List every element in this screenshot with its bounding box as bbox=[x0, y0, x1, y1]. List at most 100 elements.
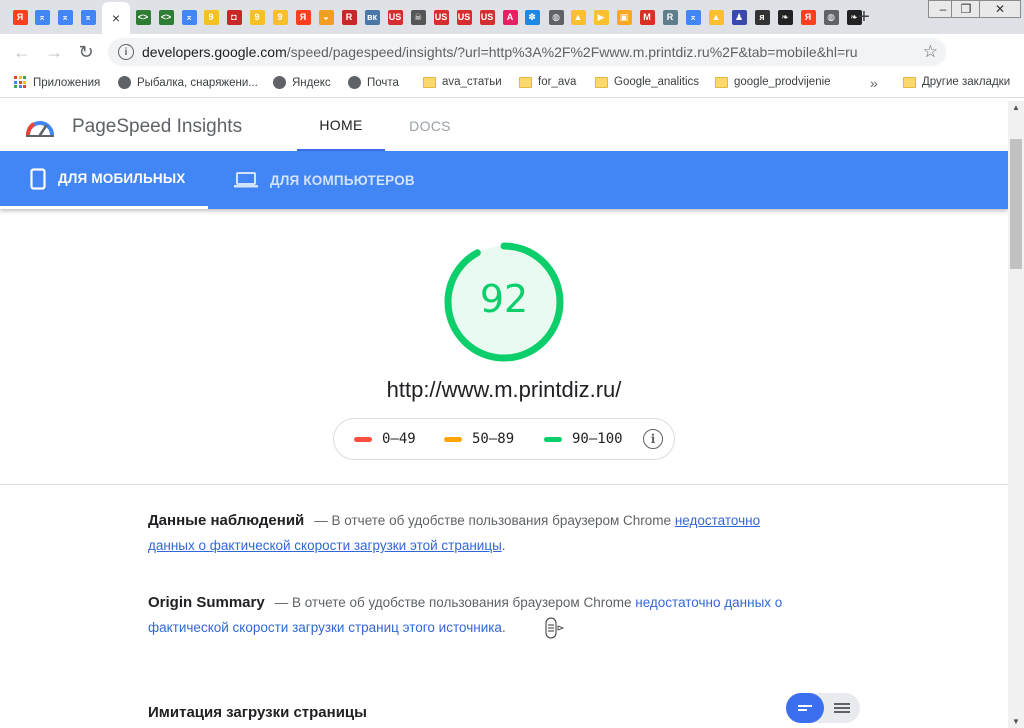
browser-tab[interactable]: Я bbox=[798, 5, 818, 29]
folder-icon bbox=[519, 76, 532, 88]
forward-button[interactable]: → bbox=[42, 40, 66, 64]
browser-tab[interactable]: ◍ bbox=[821, 5, 841, 29]
code-icon: <> bbox=[135, 9, 151, 25]
play-icon: ▶ bbox=[593, 9, 609, 25]
browser-tab[interactable]: ▲ bbox=[706, 5, 726, 29]
scroll-up-icon[interactable]: ▲ bbox=[1012, 103, 1020, 112]
browser-tab[interactable]: 9 bbox=[270, 5, 290, 29]
tab-mobile[interactable]: ДЛЯ МОБИЛЬНЫХ bbox=[0, 151, 208, 209]
view-compact-button[interactable] bbox=[786, 693, 824, 723]
feather-icon: ❧ bbox=[777, 9, 793, 25]
browser-tab[interactable]: ⌅ bbox=[32, 5, 52, 29]
ya-icon: я bbox=[754, 9, 770, 25]
browser-tab[interactable]: ⌅ bbox=[55, 5, 75, 29]
browser-tab[interactable]: ⌅ bbox=[179, 5, 199, 29]
tab-desktop[interactable]: ДЛЯ КОМПЬЮТЕРОВ bbox=[208, 151, 438, 209]
bookmark-item[interactable]: for_ava bbox=[519, 76, 576, 88]
browser-tab[interactable]: US bbox=[454, 5, 474, 29]
field-data-text: — В отчете об удобстве пользования брауз… bbox=[314, 513, 675, 528]
bookmark-item[interactable]: Google_analitics bbox=[595, 76, 699, 88]
bookmark-star-icon[interactable]: ☆ bbox=[923, 42, 938, 62]
browser-tab[interactable]: ✽ bbox=[522, 5, 542, 29]
origin-summary-text: — В отчете об удобстве пользования брауз… bbox=[274, 595, 636, 610]
restore-button[interactable]: ❐ bbox=[951, 0, 981, 18]
browser-tab[interactable]: <> bbox=[156, 5, 176, 29]
browser-tab[interactable]: <> bbox=[133, 5, 153, 29]
address-url[interactable]: developers.google.com/speed/pagespeed/in… bbox=[142, 44, 858, 60]
user-icon: ♟ bbox=[731, 9, 747, 25]
nav-tab-home[interactable]: HOME bbox=[297, 101, 385, 151]
us-icon: US bbox=[479, 9, 495, 25]
browser-tab[interactable]: ◘ bbox=[224, 5, 244, 29]
bookmark-item[interactable]: Яндекс bbox=[273, 76, 331, 89]
browser-tab[interactable]: US bbox=[431, 5, 451, 29]
browser-tab[interactable]: я bbox=[752, 5, 772, 29]
view-toggle bbox=[786, 693, 860, 723]
back-button[interactable]: ← bbox=[10, 40, 34, 64]
origin-summary-heading: Origin Summary bbox=[148, 594, 265, 611]
browser-tab[interactable]: вк bbox=[362, 5, 382, 29]
bookmark-label: ava_статьи bbox=[442, 76, 502, 88]
smartphone-icon bbox=[30, 167, 46, 190]
tested-url: http://www.m.printdiz.ru/ bbox=[386, 377, 622, 402]
legend-average-swatch bbox=[444, 436, 462, 442]
browser-tab[interactable]: ▶ bbox=[591, 5, 611, 29]
browser-tab[interactable]: Я bbox=[10, 5, 30, 29]
expanded-view-icon bbox=[834, 701, 850, 715]
divider bbox=[0, 484, 1008, 485]
browser-tab[interactable]: ▲ bbox=[568, 5, 588, 29]
bookmark-item[interactable]: google_prodvijenie bbox=[715, 76, 831, 88]
browser-tab[interactable]: R bbox=[339, 5, 359, 29]
browser-tab[interactable]: ◒ bbox=[316, 5, 336, 29]
legend-average-label: 50–89 bbox=[472, 431, 515, 447]
address-bar[interactable]: i developers.google.com/speed/pagespeed/… bbox=[108, 38, 946, 66]
browser-tab[interactable]: ❧ bbox=[775, 5, 795, 29]
nav-tab-docs[interactable]: DOCS bbox=[392, 101, 468, 151]
skull-icon: ☠ bbox=[410, 9, 426, 25]
gmail-icon: M bbox=[639, 9, 655, 25]
maps-pin-icon: 9 bbox=[272, 9, 288, 25]
browser-tab[interactable]: ◍ bbox=[546, 5, 566, 29]
close-tab-icon[interactable]: × bbox=[112, 10, 120, 26]
bookmark-item[interactable]: Приложения bbox=[14, 76, 100, 89]
browser-tab[interactable]: 9 bbox=[201, 5, 221, 29]
browser-tab[interactable]: R bbox=[660, 5, 680, 29]
vk-icon: вк bbox=[364, 9, 380, 25]
folder-icon bbox=[715, 76, 728, 88]
browser-tab[interactable]: ⌅ bbox=[78, 5, 98, 29]
scrollbar-thumb[interactable] bbox=[1010, 139, 1022, 269]
bookmark-item[interactable]: Почта bbox=[348, 76, 399, 89]
browser-tab[interactable]: A bbox=[500, 5, 520, 29]
pagespeed-icon: ⌅ bbox=[57, 9, 73, 25]
browser-tab[interactable]: Я bbox=[293, 5, 313, 29]
letter-a-icon: A bbox=[502, 9, 518, 25]
bookmarks-overflow-button[interactable]: » bbox=[870, 75, 878, 91]
browser-tab[interactable]: ♟ bbox=[729, 5, 749, 29]
bookmark-item[interactable]: Другие закладки bbox=[903, 76, 1010, 88]
bookmark-label: google_prodvijenie bbox=[734, 76, 831, 88]
legend-info-icon[interactable]: i bbox=[643, 429, 663, 449]
site-info-icon[interactable]: i bbox=[118, 44, 134, 60]
browser-tab[interactable]: 9 bbox=[247, 5, 267, 29]
scroll-down-icon[interactable]: ▼ bbox=[1012, 717, 1020, 726]
new-tab-button[interactable]: + bbox=[853, 6, 875, 28]
browser-tab[interactable]: ☠ bbox=[408, 5, 428, 29]
browser-tab[interactable]: US bbox=[385, 5, 405, 29]
scroll-cursor-icon bbox=[545, 617, 565, 639]
active-tab[interactable]: × bbox=[102, 2, 130, 34]
hat-icon: ◒ bbox=[318, 9, 334, 25]
reload-button[interactable]: ↻ bbox=[74, 40, 98, 64]
browser-tab[interactable]: ⌅ bbox=[683, 5, 703, 29]
bookmark-label: Рыбалка, снаряжени... bbox=[137, 76, 258, 89]
legend-item-poor: 0–49 bbox=[354, 431, 416, 447]
vertical-scrollbar[interactable]: ▲ ▼ bbox=[1008, 101, 1024, 728]
bookmark-item[interactable]: Рыбалка, снаряжени... bbox=[118, 76, 258, 89]
bookmark-item[interactable]: ava_статьи bbox=[423, 76, 502, 88]
browser-tab[interactable]: M bbox=[637, 5, 657, 29]
close-window-button[interactable]: ✕ bbox=[979, 0, 1021, 18]
yandex-icon: Я bbox=[800, 9, 816, 25]
browser-tab[interactable]: US bbox=[477, 5, 497, 29]
folder-icon bbox=[423, 76, 436, 88]
view-expanded-button[interactable] bbox=[824, 693, 860, 723]
browser-tab[interactable]: ▣ bbox=[614, 5, 634, 29]
